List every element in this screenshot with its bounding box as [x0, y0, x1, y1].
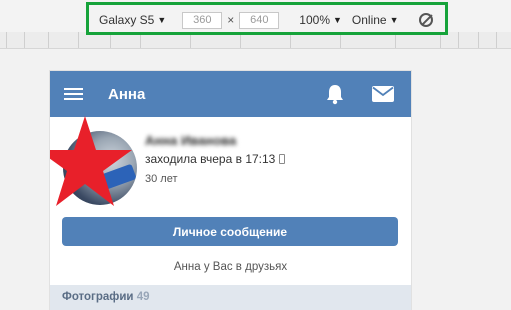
device-toolbar-highlight: Galaxy S5 ▼ 360 × 640 100% ▼ Online ▼ [86, 2, 448, 35]
star-icon [50, 116, 132, 206]
height-input[interactable]: 640 [239, 11, 280, 29]
menu-icon[interactable] [64, 88, 83, 101]
bell-icon[interactable] [324, 83, 346, 105]
zoom-select[interactable]: 100% ▼ [299, 13, 342, 27]
device-viewport: Анна Анна Иванова заходила вчера в 17:13… [50, 71, 411, 310]
app-header: Анна [50, 71, 411, 117]
profile-age: 30 лет [145, 173, 178, 185]
rotate-icon[interactable] [418, 13, 433, 27]
last-seen-text: заходила вчера в 17:13 [145, 152, 276, 166]
photos-label: Фотографии [62, 291, 134, 303]
send-message-button[interactable]: Личное сообщение [62, 217, 398, 246]
chevron-down-icon: ▼ [389, 15, 399, 25]
chevron-down-icon: ▼ [157, 15, 167, 25]
devtools-toolbar: Galaxy S5 ▼ 360 × 640 100% ▼ Online ▼ [0, 0, 511, 49]
device-select[interactable]: Galaxy S5 ▼ [99, 13, 166, 27]
page-title: Анна [108, 86, 146, 103]
network-value: Online [351, 13, 387, 27]
device-name: Galaxy S5 [99, 13, 155, 27]
name-last: Иванова [180, 133, 237, 148]
name-first: Анна [145, 133, 178, 148]
friends-status[interactable]: Анна у Вас в друзьях [50, 261, 411, 273]
chevron-down-icon: ▼ [333, 15, 342, 25]
last-seen: заходила вчера в 17:13 [145, 152, 286, 166]
width-input[interactable]: 360 [182, 11, 223, 29]
times-sign: × [227, 13, 235, 27]
profile-name: Анна Иванова [145, 133, 236, 148]
network-select[interactable]: Online ▼ [352, 13, 399, 27]
mobile-icon [279, 154, 286, 164]
photos-title: Фотографии 49 [62, 291, 149, 303]
photos-section-header[interactable]: Фотографии 49 [50, 285, 411, 310]
mail-icon[interactable] [372, 86, 394, 102]
photos-count: 49 [136, 291, 150, 303]
zoom-value: 100% [299, 13, 330, 27]
